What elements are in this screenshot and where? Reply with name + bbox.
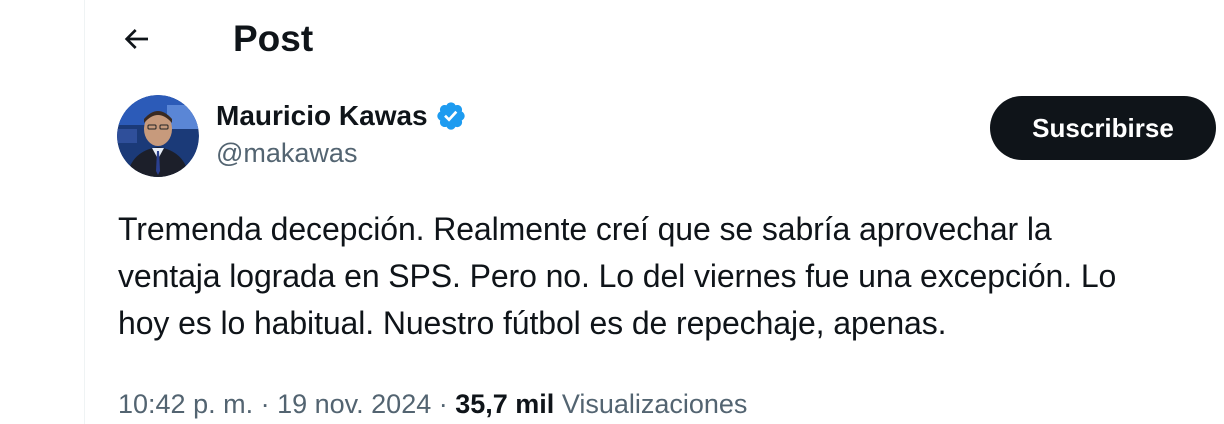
views-count: 35,7 mil [455,389,555,419]
author-name[interactable]: Mauricio Kawas [216,100,428,132]
tweet-text: Tremenda decepción. Realmente creí que s… [118,211,1117,341]
tweet-meta: 10:42 p. m. · 19 nov. 2024 · 35,7 mil Vi… [118,386,747,422]
meta-separator: · [431,389,456,419]
tweet-time[interactable]: 10:42 p. m. [118,389,253,419]
post-header: Post [85,0,1224,80]
page-title: Post [233,18,314,59]
name-line: Mauricio Kawas [216,98,467,134]
meta-separator: · [253,389,278,419]
arrow-left-icon [124,29,148,49]
views-label: Visualizaciones [561,389,748,419]
avatar-photo [117,95,199,177]
avatar[interactable] [117,95,199,177]
subscribe-button[interactable]: Suscribirse [990,96,1216,160]
author-row: Mauricio Kawas @makawas Suscribirse [85,92,1224,182]
verified-badge-icon[interactable] [435,100,467,132]
tweet-date[interactable]: 19 nov. 2024 [277,389,431,419]
author-handle[interactable]: @makawas [216,138,357,169]
back-button[interactable] [113,16,159,62]
post-page: Post Mauricio Kawas @makawas Suscribirse… [0,0,1224,424]
